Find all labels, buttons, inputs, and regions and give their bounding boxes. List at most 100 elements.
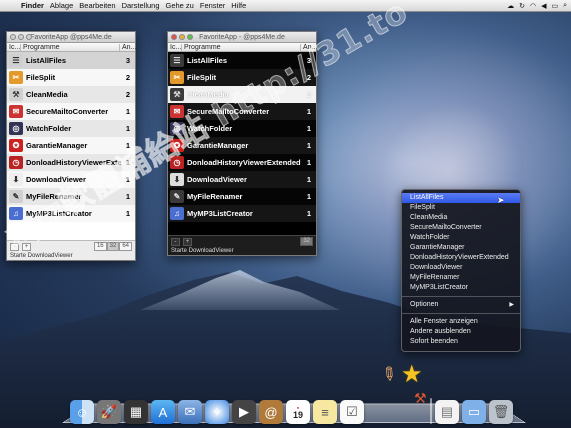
sync-icon[interactable]: ↻: [519, 2, 525, 10]
table-row[interactable]: ✂ FileSplit 2: [7, 69, 135, 86]
row-name: MyFileRenamer: [187, 192, 243, 201]
table-row[interactable]: ☰ ListAllFiles 3: [7, 52, 135, 69]
mission-control-icon[interactable]: ▦: [124, 400, 148, 424]
folder-icon[interactable]: ▭: [462, 400, 486, 424]
size-16-button[interactable]: 16: [93, 242, 107, 251]
broom-icon: ⚒: [9, 88, 23, 101]
table-row[interactable]: ◎ WatchFolder 1: [7, 120, 135, 137]
document-icon[interactable]: ▤: [435, 400, 459, 424]
dock-menu-item[interactable]: DownloadViewer: [402, 263, 520, 273]
table-row[interactable]: ⬇ DownloadViewer 1: [168, 171, 316, 188]
dock-context-menu: ListAllFiles FileSplit CleanMedia Secure…: [401, 189, 521, 352]
row-name: FileSplit: [26, 73, 56, 82]
dock-menu-item[interactable]: SecureMailtoConverter: [402, 223, 520, 233]
remove-button[interactable]: -: [171, 237, 180, 246]
facetime-icon[interactable]: ▶: [232, 400, 256, 424]
menu-bar: Finder Ablage Bearbeiten Darstellung Geh…: [0, 0, 571, 12]
column-icon-header[interactable]: Ic...: [168, 43, 182, 51]
row-count: 1: [125, 209, 131, 218]
close-icon[interactable]: [171, 34, 177, 40]
split-icon: ✂: [9, 71, 23, 84]
menu-gehe-zu[interactable]: Gehe zu: [163, 1, 197, 10]
dock-menu-options[interactable]: Optionen ▶: [402, 300, 520, 310]
row-count: 2: [125, 73, 131, 82]
row-name: SecureMailtoConverter: [26, 107, 109, 116]
size-32-button[interactable]: 32: [300, 237, 313, 246]
broom-icon: ⚒: [170, 88, 184, 101]
calendar-icon[interactable]: ● 19: [286, 400, 310, 424]
table-row[interactable]: ♫ MyMP3ListCreator 1: [168, 205, 316, 222]
table-row[interactable]: ✉ SecureMailtoConverter 1: [7, 103, 135, 120]
dock-menu-item[interactable]: WatchFolder: [402, 233, 520, 243]
volume-icon[interactable]: ◀: [541, 2, 546, 10]
reminders-icon[interactable]: ☑: [340, 400, 364, 424]
row-count: 1: [306, 124, 312, 133]
dock-menu-item[interactable]: CleanMedia: [402, 213, 520, 223]
row-count: 1: [306, 175, 312, 184]
minimize-icon[interactable]: [179, 34, 185, 40]
row-count: 1: [306, 141, 312, 150]
dock-menu-item[interactable]: MyMP3ListCreator: [402, 283, 520, 293]
icon-size-segment: 16 32 64: [93, 242, 132, 251]
column-count-header[interactable]: An...: [119, 43, 136, 51]
envelope-icon: ✉: [9, 105, 23, 118]
dock-menu-hide-others[interactable]: Andere ausblenden: [402, 327, 520, 337]
safari-icon[interactable]: ✧: [205, 400, 229, 424]
wifi-icon[interactable]: ◠: [530, 2, 536, 10]
size-32-button[interactable]: 32: [106, 242, 120, 251]
table-row[interactable]: ⚒ CleanMedia 2: [7, 86, 135, 103]
menu-ablage[interactable]: Ablage: [47, 1, 76, 10]
battery-icon[interactable]: ▭: [551, 2, 558, 10]
menu-hilfe[interactable]: Hilfe: [228, 1, 249, 10]
dock-menu-quit[interactable]: Sofort beenden: [402, 337, 520, 347]
window-titlebar[interactable]: FavoriteApp - @pps4Me.de: [168, 32, 316, 43]
notes-icon[interactable]: ≡: [313, 400, 337, 424]
row-count: 1: [306, 209, 312, 218]
launchpad-icon[interactable]: 🚀: [97, 400, 121, 424]
table-header: Ic... Programme An...: [7, 43, 136, 52]
options-label: Optionen: [410, 301, 439, 308]
dock-menu-item[interactable]: GarantieManager: [402, 243, 520, 253]
split-icon: ✂: [170, 71, 184, 84]
row-name: DownloadViewer: [187, 175, 247, 184]
music-icon: ♫: [170, 207, 184, 220]
favoriteapp-star-icon[interactable]: ★: [401, 360, 423, 389]
cloud-icon[interactable]: ☁: [507, 2, 514, 10]
close-icon[interactable]: [10, 34, 16, 40]
finder-icon[interactable]: ☺: [70, 400, 94, 424]
row-count: 1: [306, 192, 312, 201]
menu-separator: [402, 313, 520, 314]
contacts-icon[interactable]: @: [259, 400, 283, 424]
size-64-button[interactable]: 64: [119, 242, 132, 251]
zoom-icon[interactable]: [187, 34, 193, 40]
row-count: 1: [306, 107, 312, 116]
add-button[interactable]: +: [183, 237, 192, 246]
search-icon[interactable]: ⌕: [563, 2, 567, 10]
dock: ☺ 🚀 ▦ A ✉ ✧ ▶ @ ● 19 ≡ ☑ ▤ ▭ 🗑: [70, 388, 525, 424]
minimize-icon[interactable]: [18, 34, 24, 40]
dock-menu-item[interactable]: MyFileRenamer: [402, 273, 520, 283]
trash-icon[interactable]: 🗑: [489, 400, 513, 424]
binoculars-icon: ◎: [9, 122, 23, 135]
menu-fenster[interactable]: Fenster: [197, 1, 228, 10]
mail-icon[interactable]: ✉: [178, 400, 202, 424]
window-titlebar[interactable]: FavoriteApp @pps4Me.de: [7, 32, 135, 43]
app-store-icon[interactable]: A: [151, 400, 175, 424]
menu-app-name[interactable]: Finder: [18, 1, 47, 10]
zoom-icon[interactable]: [26, 34, 32, 40]
row-count: 1: [306, 158, 312, 167]
menu-darstellung[interactable]: Darstellung: [119, 1, 163, 10]
row-name: MyMP3ListCreator: [187, 209, 253, 218]
dock-separator: [430, 398, 432, 424]
column-icon-header[interactable]: Ic...: [7, 43, 21, 51]
menu-bearbeiten[interactable]: Bearbeiten: [76, 1, 118, 10]
dock-menu-show-all[interactable]: Alle Fenster anzeigen: [402, 317, 520, 327]
table-row[interactable]: ✎ MyFileRenamer 1: [168, 188, 316, 205]
pen-icon: ✎: [170, 190, 184, 203]
status-text: Starte DownloadViewer: [171, 248, 234, 254]
status-text: Starte DownloadViewer: [10, 253, 73, 259]
dock-menu-item[interactable]: DonloadHistoryViewerExtended: [402, 253, 520, 263]
column-programme-header[interactable]: Programme: [21, 44, 119, 51]
row-count: 2: [125, 90, 131, 99]
row-name: CleanMedia: [26, 90, 68, 99]
